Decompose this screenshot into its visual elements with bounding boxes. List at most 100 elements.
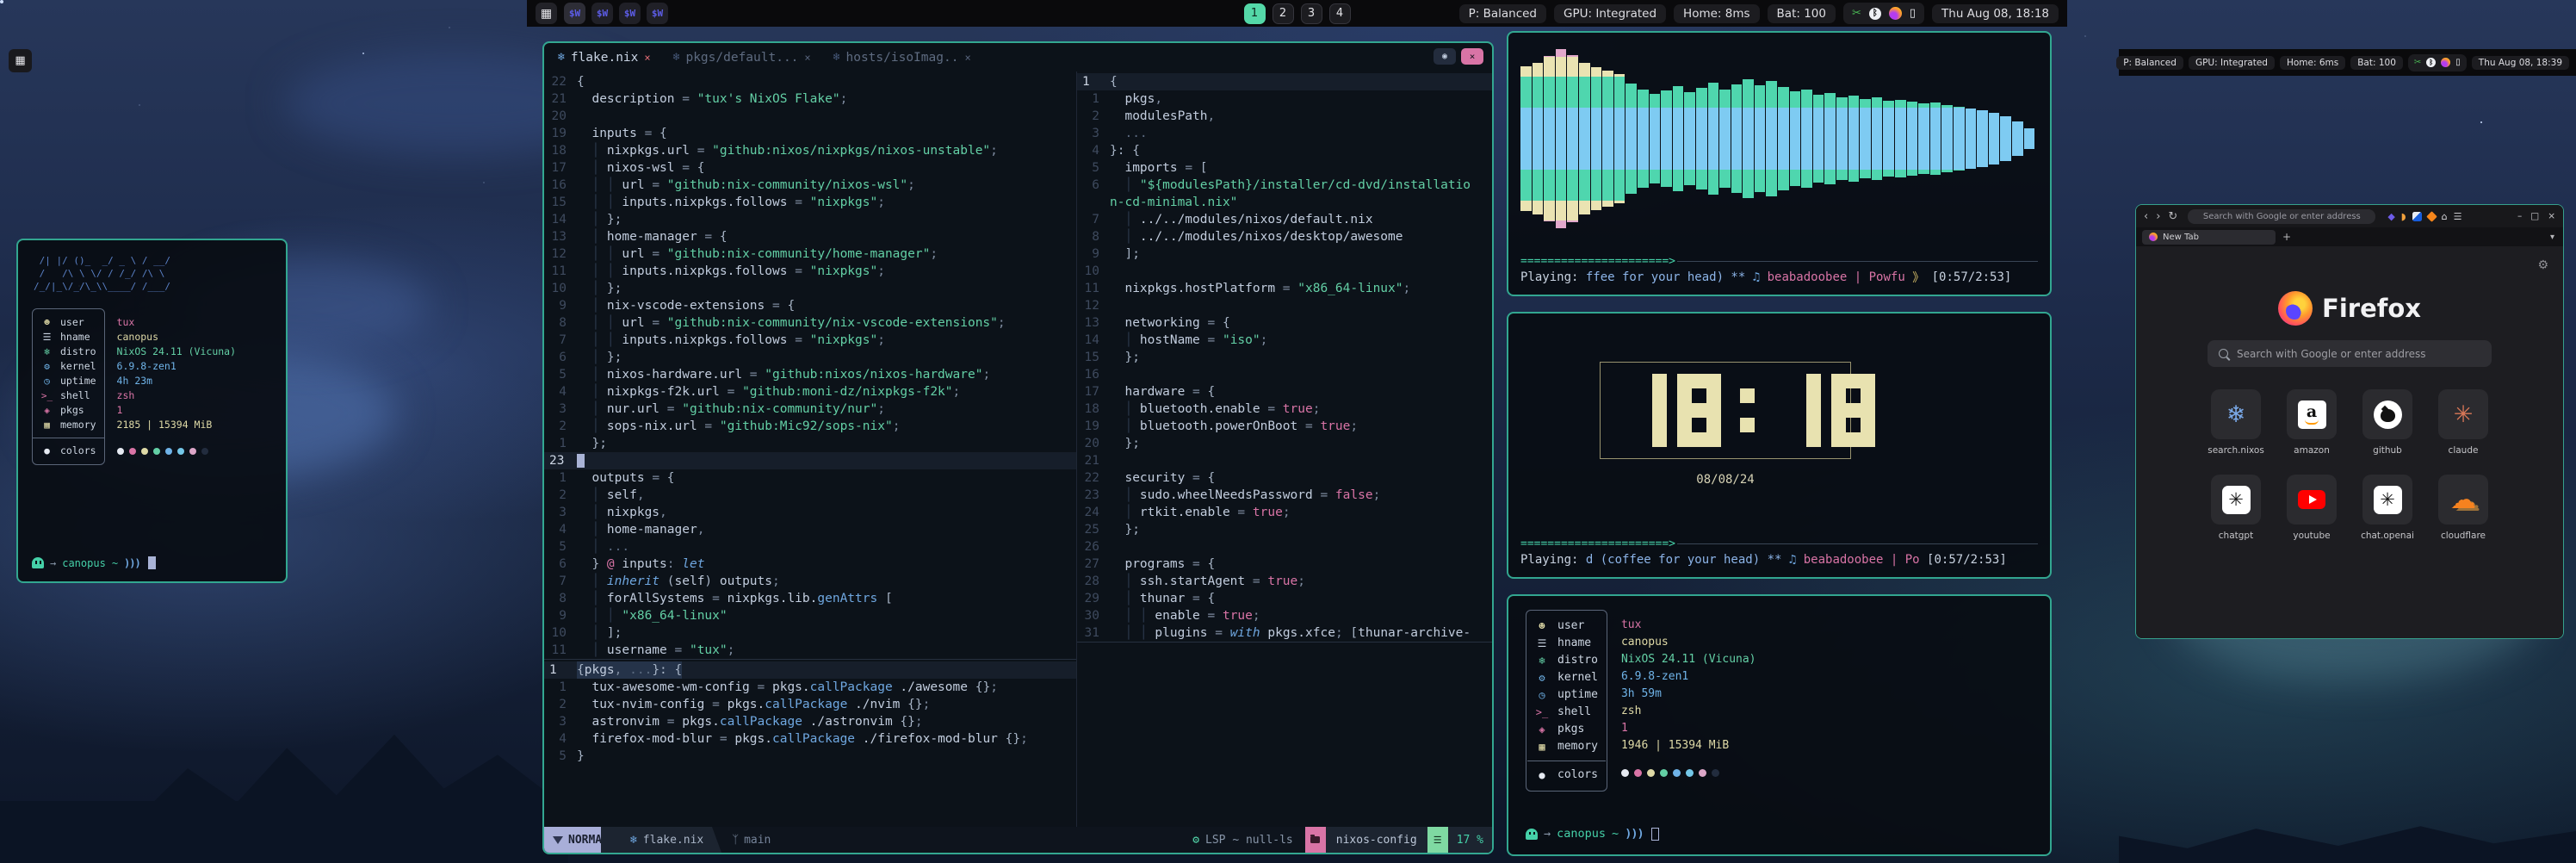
workspace-button[interactable]: $W [619,3,641,24]
amazon-icon: a [2298,400,2326,429]
bluetooth-icon[interactable] [1869,8,1881,20]
workspace-button[interactable]: $W [591,3,613,24]
shortcut-amazon[interactable]: aamazon [2287,389,2337,456]
cava-column [1907,102,1918,176]
line-number: 6 [544,349,577,366]
tab-list-chevron[interactable]: ▾ [2550,233,2554,242]
workspace-button[interactable]: $W [564,3,585,24]
tablet-icon[interactable] [2455,58,2461,67]
code-text: │ ]; [577,624,622,642]
ghost-icon [1526,829,1538,840]
minimize-button[interactable]: – [2517,211,2522,221]
shortcut-tile[interactable] [2362,475,2412,525]
kernel-icon: ⚙ [40,359,53,374]
shortcut-cloudflare[interactable]: cloudflare [2438,475,2488,541]
code-line: 2 │ sops-nix.url = "github:Mic92/sops-ni… [544,418,1076,435]
home-icon[interactable]: ⌂ [2442,211,2448,222]
swoosh-icon[interactable]: ◗ [2401,211,2406,222]
reload-button[interactable]: ↻ [2168,210,2177,223]
close-icon[interactable]: × [644,52,650,64]
editor-pane-pkgs[interactable]: 1{pkgs, ...}: {1 tux-awesome-wm-config =… [544,660,1076,827]
editor-cursor [577,454,585,468]
url-bar[interactable]: Search with Google or enter address [2188,209,2375,224]
line-number: 29 [1077,590,1110,607]
scissors-icon[interactable] [2414,58,2421,67]
search-input[interactable]: Search with Google or enter address [2208,340,2492,367]
shell-prompt[interactable]: → canopus ~ ))) [1526,827,2033,841]
cava-column [1883,101,1894,177]
shortcut-chatgpt[interactable]: chatgpt [2211,475,2261,541]
tag-button-3[interactable]: 3 [1301,3,1322,24]
kernel-icon: ⚙ [1535,669,1549,686]
cava-column [1719,90,1731,188]
maximize-button[interactable]: □ [2530,211,2539,221]
tab-new-tab[interactable]: New Tab [2142,230,2276,245]
shortcut-tile[interactable] [2438,389,2488,439]
editor-pane-iso[interactable]: 1{1 pkgs,2 modulesPath,3 ...4}: {5 impor… [1077,71,1492,642]
code-line: 10 [1077,263,1492,280]
shortcut-search.nixos[interactable]: search.nixos [2211,389,2261,456]
metamask-icon[interactable] [2426,211,2437,222]
line-number: 5 [1077,159,1110,177]
tablet-icon[interactable] [1910,7,1916,20]
cava-column [1556,49,1567,228]
shortcut-claude[interactable]: claude [2438,389,2488,456]
fetch-label: distro [1557,652,1598,669]
user-icon: ☻ [1535,618,1549,635]
launcher-icon[interactable]: ▦ [9,49,32,72]
now-playing: Playing: ffee for your head) ** ♫ beabad… [1520,269,2038,286]
fetch-row: >_shell [40,388,96,403]
firefox-icon[interactable] [2441,58,2450,67]
firefox-icon[interactable] [1889,7,1902,20]
shortcut-chat.openai[interactable]: chat.openai [2362,475,2412,541]
shortcut-tile[interactable] [2438,475,2488,525]
shortcut-tile[interactable]: a [2287,389,2337,439]
shortcut-tile[interactable] [2211,475,2261,525]
line-number: 24 [1077,504,1110,521]
cava-column [1520,66,1532,211]
shortcut-tile[interactable] [2362,389,2412,439]
shortcut-github[interactable]: github [2362,389,2412,456]
shortcut-youtube[interactable]: youtube [2287,475,2337,541]
firefox-logo [2278,291,2313,326]
cava-column [1941,105,1953,172]
tab-pkgs-default[interactable]: ❄ pkgs/default... × [673,51,811,65]
back-button[interactable]: ‹ [2144,210,2148,223]
tag-button-2[interactable]: 2 [1273,3,1294,24]
shortcut-tile[interactable] [2287,475,2337,525]
buffer-toggle-button[interactable]: ◉ [1434,48,1456,65]
code-line: 23 [544,452,1076,469]
new-tab-button[interactable]: + [2282,231,2291,243]
code-line: 14 │ }; [544,211,1076,228]
code-text: │ │ url = "github:nix-community/home-man… [577,245,938,263]
bluetooth-icon[interactable] [2426,58,2436,67]
shortcut-tile[interactable] [2211,389,2261,439]
bitwarden-icon[interactable] [2412,212,2422,221]
tab-hosts-isoimage[interactable]: ❄ hosts/isoImag.. × [833,51,971,65]
tag-button-1[interactable]: 1 [1244,3,1266,24]
tag-button-4[interactable]: 4 [1329,3,1351,24]
close-icon[interactable]: × [964,52,970,64]
fetch-value: 3h 59m [1621,686,1756,703]
launcher-icon[interactable]: ▦ [536,3,557,24]
tab-flake-nix[interactable]: ❄ flake.nix × [558,51,651,65]
fetch-value: zsh [1621,703,1756,720]
fetch-label: kernel [60,359,96,374]
forward-button[interactable]: › [2156,210,2160,223]
code-line: 29 │ thunar = { [1077,590,1492,607]
buffer-close-button[interactable]: × [1461,48,1483,65]
menu-icon[interactable]: ☰ [2454,211,2462,222]
workspace-button[interactable]: $W [647,3,668,24]
close-button[interactable]: × [2548,211,2555,221]
code-text: ... [1110,125,1148,142]
scissors-icon[interactable] [1852,7,1861,20]
fetch-label: shell [1557,704,1591,721]
editor-pane-flake[interactable]: 22{21 description = "tux's NixOS Flake";… [544,71,1076,659]
gear-icon[interactable]: ⚙ [2537,258,2548,272]
close-icon[interactable]: × [804,52,810,64]
ublock-icon[interactable]: ◆ [2387,211,2394,222]
shell-prompt[interactable]: → canopus ~ ))) [32,556,272,569]
fetch-label: pkgs [60,403,84,418]
code-line: 5} [544,748,1076,765]
line-number: 5 [544,366,577,383]
